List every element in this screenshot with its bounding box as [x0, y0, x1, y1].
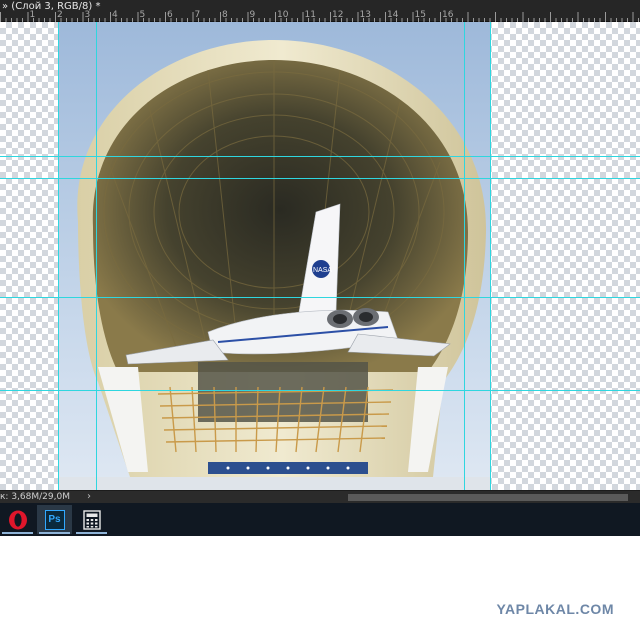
- ruler-number: 5: [139, 10, 146, 20]
- horizontal-scrollbar[interactable]: [98, 494, 628, 501]
- ruler-number: 9: [249, 10, 256, 20]
- document-size-readout: к: 3,68M/29,0M: [0, 492, 70, 502]
- canvas-area[interactable]: NASA: [0, 22, 640, 490]
- nasa-tail-logo: NASA: [313, 267, 332, 274]
- opera-icon: [8, 510, 27, 529]
- aircraft-cargo-photo: NASA: [58, 22, 490, 490]
- ruler-number: 16: [442, 10, 454, 20]
- ruler-number: 1: [29, 10, 36, 20]
- windows-taskbar: Ps: [0, 503, 640, 536]
- layer-photo: NASA: [58, 22, 490, 490]
- site-watermark: YAPLAKAL.COM: [496, 601, 614, 617]
- status-menu-arrow-icon[interactable]: ›: [87, 491, 91, 503]
- calculator-icon: [82, 509, 101, 530]
- taskbar-calculator-button[interactable]: [74, 505, 109, 534]
- ruler-number: 15: [414, 10, 426, 20]
- photoshop-icon: Ps: [44, 509, 65, 530]
- document-tab-bar: » (Слой 3, RGB/8) * 1 2 3 4 5 6 7 8 9 10 11 12 13 14 1…: [0, 0, 640, 22]
- ruler-number: 8: [222, 10, 228, 20]
- taskbar-opera-button[interactable]: [0, 505, 35, 534]
- ruler-number: 13: [359, 10, 371, 20]
- ruler-number: 12: [332, 10, 344, 20]
- taskbar-photoshop-button[interactable]: Ps: [37, 505, 72, 534]
- ruler-number: 6: [167, 10, 173, 20]
- ruler-number: 14: [387, 10, 399, 20]
- ruler-number: 4: [112, 10, 118, 20]
- ruler-number: 2: [57, 10, 63, 20]
- status-bar: к: 3,68M/29,0M ›: [0, 490, 640, 503]
- ruler-number: 10: [277, 10, 289, 20]
- ruler-number: 11: [304, 10, 316, 20]
- horizontal-ruler[interactable]: [0, 12, 640, 22]
- ruler-number: 3: [84, 10, 91, 20]
- ruler-number: 7: [194, 10, 201, 20]
- horizontal-scrollbar-thumb[interactable]: [348, 494, 628, 501]
